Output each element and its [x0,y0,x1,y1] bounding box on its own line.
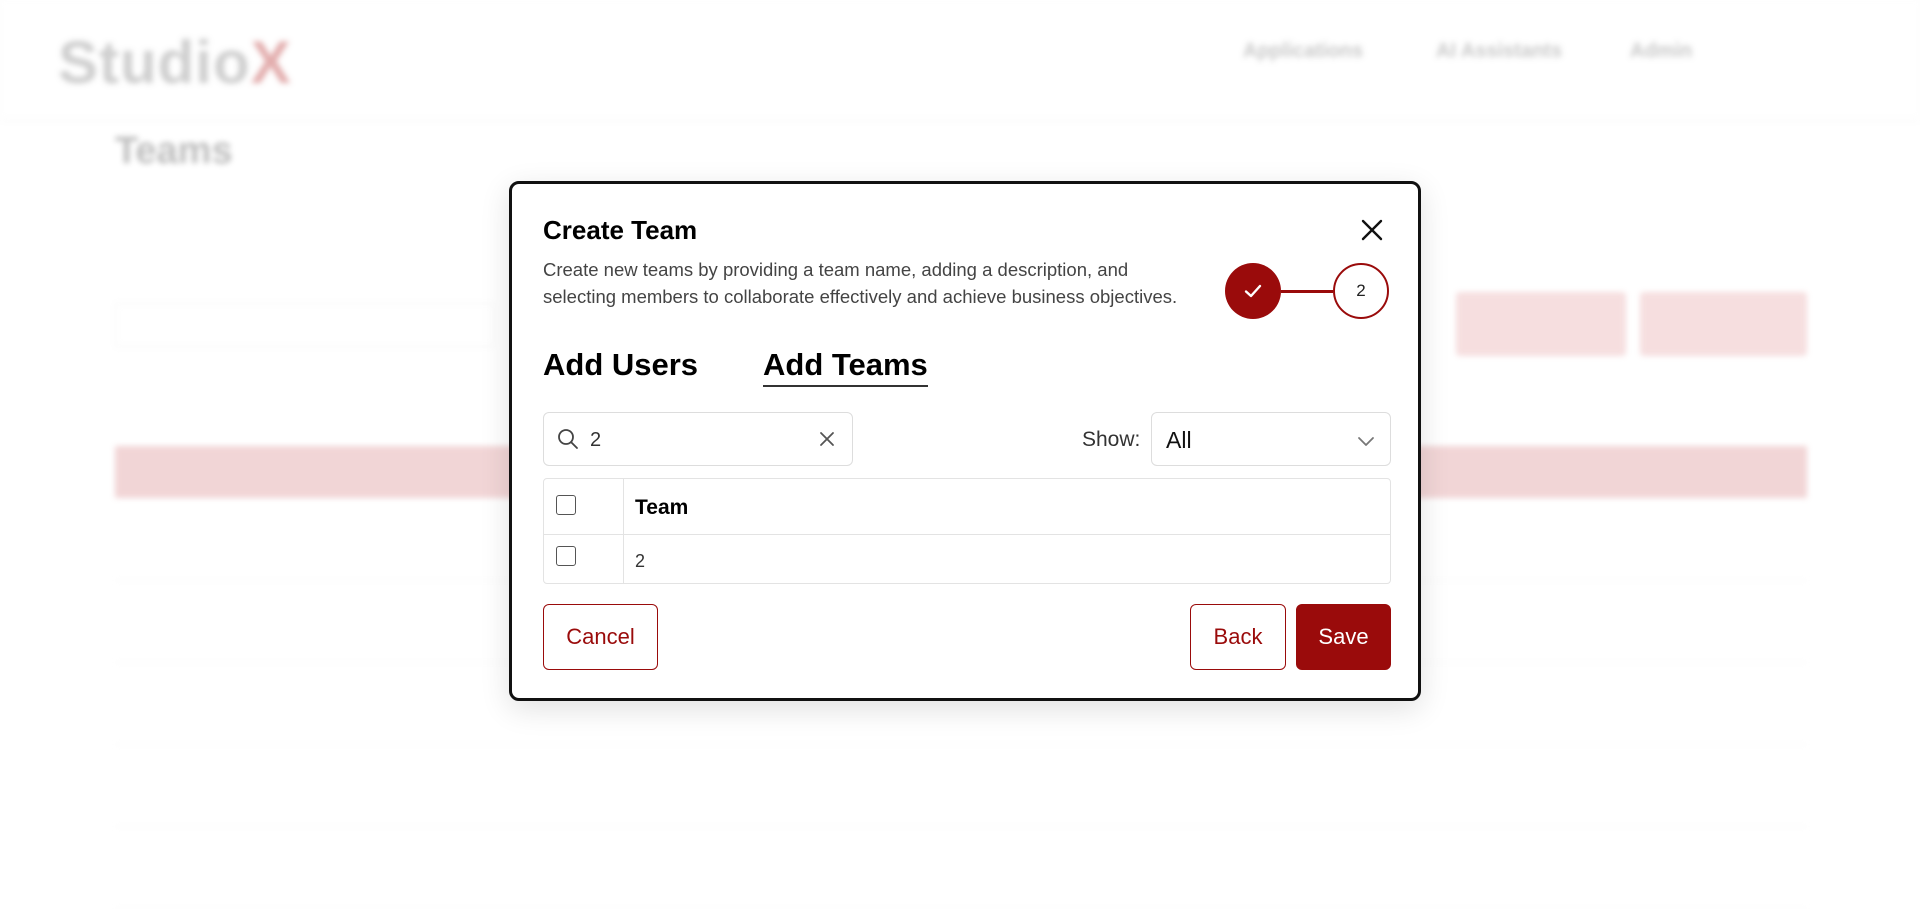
table-row [115,826,1807,909]
select-all-checkbox[interactable] [556,495,576,515]
stepper-connector [1281,290,1333,293]
team-cell: 2 [635,551,646,571]
check-icon [1244,284,1262,298]
chevron-down-icon [1358,437,1374,446]
row-checkbox[interactable] [556,546,576,566]
search-icon [558,429,578,449]
nav-admin[interactable]: Admin [1630,40,1692,63]
show-filter-label: Show: [1082,428,1141,451]
create-team-modal: Create Team Create new teams by providin… [509,181,1421,701]
import-team-button[interactable] [1456,292,1626,356]
stepper: 2 [1225,263,1389,319]
modal-title: Create Team [543,215,698,245]
clear-icon[interactable] [816,428,838,450]
column-header-team: Team [635,496,689,519]
step-2-current: 2 [1333,263,1389,319]
table-header: Team [544,479,1390,535]
app-logo: StudioX [58,29,292,96]
business-select[interactable] [115,303,495,347]
page-title: Teams [115,130,233,172]
create-team-button[interactable] [1640,292,1807,356]
team-search-input[interactable] [588,423,812,457]
tab-add-users[interactable]: Add Users [543,347,698,383]
modal-description: Create new teams by providing a team nam… [543,259,1178,307]
show-filter-select[interactable]: All [1151,412,1391,466]
step-1-complete [1225,263,1281,319]
show-filter-value: All [1166,427,1192,453]
table-row: 2 [544,535,1390,584]
table-row [115,744,1807,827]
tab-add-teams[interactable]: Add Teams [763,347,928,387]
nav-ai-assistants[interactable]: AI Assistants [1436,40,1562,63]
save-button[interactable]: Save [1296,604,1391,670]
team-search-box [543,412,853,466]
cancel-button[interactable]: Cancel [543,604,658,670]
back-button[interactable]: Back [1190,604,1286,670]
teams-table: Team 2 [543,478,1391,584]
top-navigation-bar: StudioX Applications AI Assistants Admin [0,0,1920,118]
nav-applications[interactable]: Applications [1243,40,1363,63]
close-icon[interactable] [1358,216,1386,244]
